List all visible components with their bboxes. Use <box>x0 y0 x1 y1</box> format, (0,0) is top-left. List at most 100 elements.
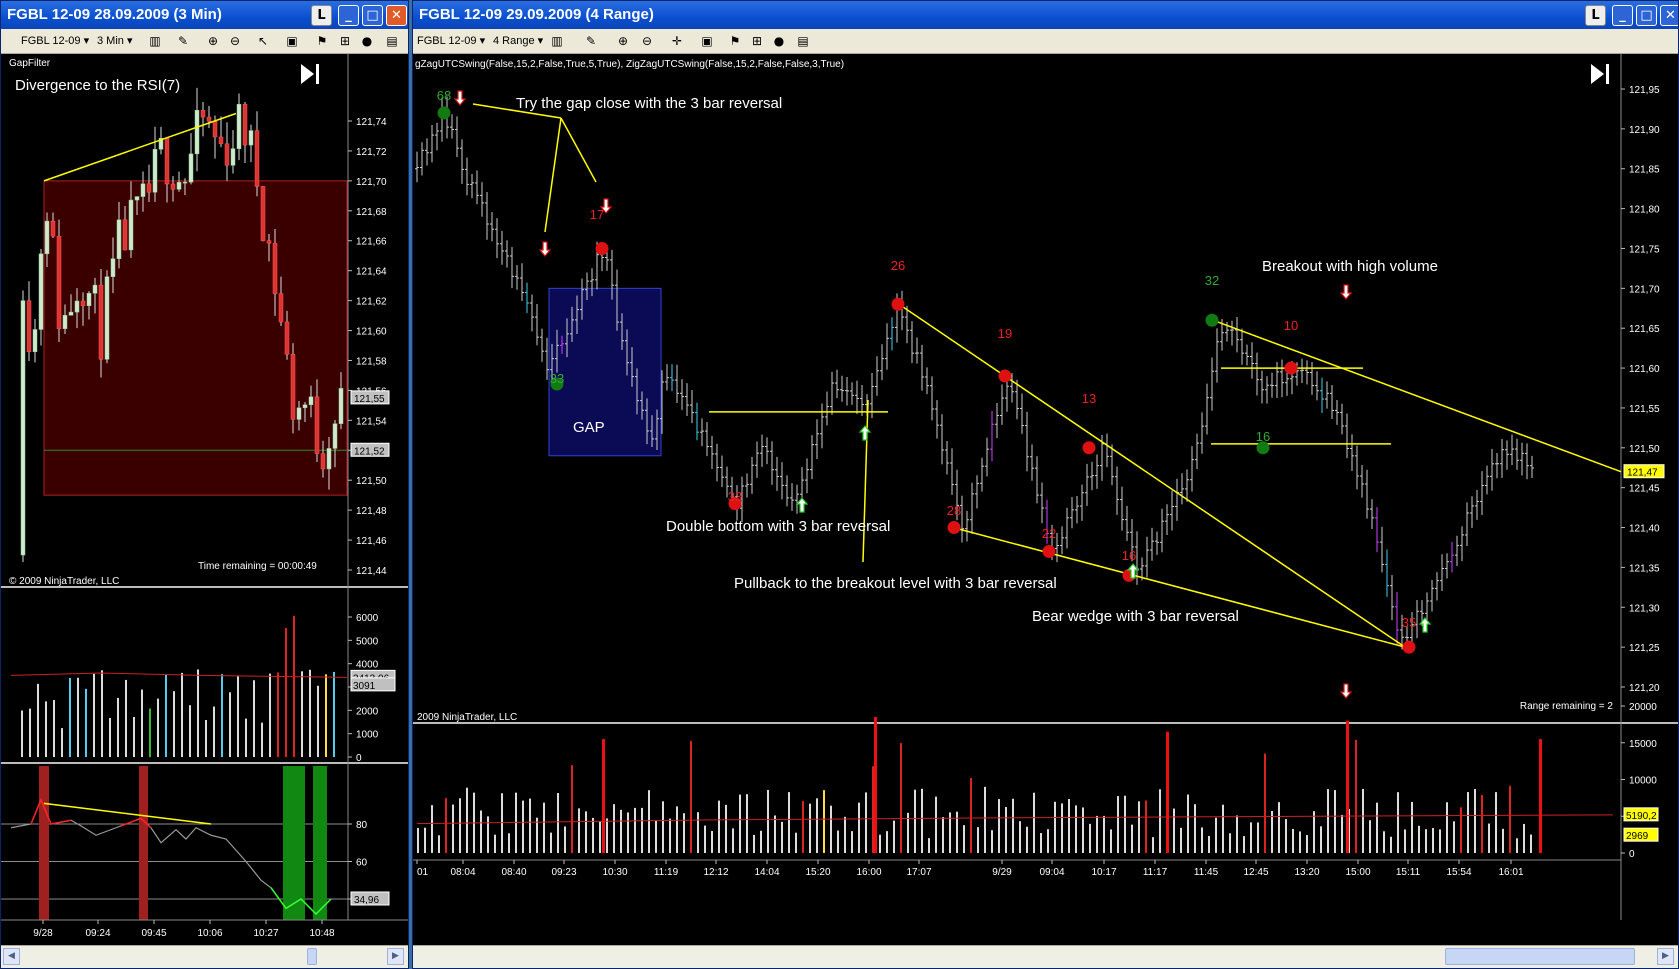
volume-spike-bar <box>874 717 877 853</box>
zoom-out-icon[interactable]: ⊖ <box>639 33 655 49</box>
volume-bar <box>816 798 818 853</box>
scroll-thumb[interactable] <box>307 948 317 965</box>
indicator-label: GapFilter <box>9 58 51 69</box>
volume-bar <box>991 830 993 853</box>
divergence-annotation: Divergence to the RSI(7) <box>15 77 180 94</box>
scroll-left-arrow[interactable]: ◀ <box>3 948 20 965</box>
volume-bar <box>424 827 426 853</box>
left-chart-area[interactable]: GapFilter Divergence to the RSI(7) © 2009 … <box>1 54 408 947</box>
indicator-icon[interactable]: ⊞ <box>749 33 765 49</box>
volume-bar <box>1082 807 1084 853</box>
time-tick-label: 11:45 <box>1194 867 1219 878</box>
candle-body <box>254 130 260 187</box>
volume-bar <box>669 818 671 853</box>
candle-body <box>230 148 236 166</box>
instrument-selector[interactable]: FGBL 12-09 ▾ <box>21 29 89 53</box>
candle-body <box>284 321 290 355</box>
volume-bar <box>269 673 271 757</box>
volume-bar <box>606 818 608 853</box>
volume-bar <box>445 798 447 853</box>
maximize-button[interactable]: □ <box>362 5 383 26</box>
candle-body <box>176 182 182 190</box>
volume-bar <box>1075 805 1077 853</box>
period-selector[interactable]: 4 Range ▾ <box>493 29 543 53</box>
draw-tool-icon[interactable]: ✎ <box>175 33 191 49</box>
strategy-icon[interactable]: ⚑ <box>314 33 330 49</box>
data-box-icon[interactable]: ● <box>359 33 375 49</box>
candle-body <box>20 300 26 556</box>
rsi-marker-label: 34,96 <box>354 895 379 906</box>
crosshair-icon[interactable]: ✛ <box>669 33 685 49</box>
time-remaining-label: Time remaining = 00:00:49 <box>198 561 317 572</box>
right-scrollbar[interactable]: ▶ <box>413 945 1678 968</box>
time-tick-label: 10:06 <box>197 928 222 939</box>
price-tick-label: 121,46 <box>356 536 387 547</box>
volume-bar <box>851 831 853 853</box>
draw-tool-icon[interactable]: ✎ <box>583 33 599 49</box>
volume-bar <box>494 834 496 853</box>
volume-tick-label: 5000 <box>356 636 379 647</box>
volume-bar <box>1208 836 1210 853</box>
zoom-out-icon[interactable]: ⊖ <box>227 33 243 49</box>
volume-bar <box>788 792 790 853</box>
bar-type-icon[interactable]: ▥ <box>147 33 163 49</box>
close-button[interactable]: ✕ <box>1660 5 1678 26</box>
time-tick-label: 10:30 <box>602 867 627 878</box>
volume-bar <box>261 722 263 757</box>
volume-bar <box>301 671 303 757</box>
right-chart-window: FGBL 12-09 29.09.2009 (4 Range) L _ □ ✕ … <box>412 0 1679 969</box>
volume-bar <box>522 800 524 853</box>
properties-icon[interactable]: ▣ <box>699 33 715 49</box>
rsi-overbought-zone <box>139 766 148 920</box>
volume-bar <box>1474 788 1476 853</box>
swing-point-label: 17 <box>590 207 604 222</box>
grid-icon[interactable]: ▤ <box>384 33 400 49</box>
instrument-selector[interactable]: FGBL 12-09 ▾ <box>417 29 485 53</box>
strategy-icon[interactable]: ⚑ <box>727 33 743 49</box>
candle-body <box>278 293 284 323</box>
candle-body <box>128 199 134 251</box>
annotation-pullback: Pullback to the breakout level with 3 ba… <box>734 575 1057 592</box>
properties-icon[interactable]: ▣ <box>284 33 300 49</box>
volume-bar <box>325 674 327 757</box>
gap-zone <box>43 180 348 496</box>
price-tick-label: 121,68 <box>356 207 387 218</box>
close-button[interactable]: ✕ <box>386 5 407 26</box>
candle-body <box>308 396 314 406</box>
swing-point-label: 13 <box>1082 391 1096 406</box>
price-tick-label: 121,75 <box>1629 244 1660 255</box>
minimize-button[interactable]: _ <box>338 5 359 26</box>
volume-tick-label: 15000 <box>1629 739 1657 750</box>
left-scrollbar[interactable]: ◀ ▶ <box>1 945 408 968</box>
volume-bar <box>1306 835 1308 853</box>
candle-body <box>260 186 266 241</box>
volume-bar <box>1355 739 1357 853</box>
right-chart-area[interactable]: gZagUTCSwing(False,15,2,False,True,5,Tru… <box>413 54 1678 947</box>
price-tick-label: 121,80 <box>1629 205 1660 216</box>
maximize-button[interactable]: □ <box>1636 5 1657 26</box>
scroll-right-arrow[interactable]: ▶ <box>1657 948 1674 965</box>
grid-icon[interactable]: ▤ <box>795 33 811 49</box>
volume-spike-bar <box>1539 739 1542 853</box>
data-box-icon[interactable]: ● <box>771 33 787 49</box>
cursor-icon[interactable]: ↖ <box>255 33 271 49</box>
bar-type-icon[interactable]: ▥ <box>549 33 565 49</box>
volume-bar <box>1124 795 1126 853</box>
link-button[interactable]: L <box>311 5 332 26</box>
zoom-in-icon[interactable]: ⊕ <box>615 33 631 49</box>
volume-spike-bar <box>602 739 605 853</box>
time-tick-label: 12:12 <box>703 867 728 878</box>
volume-bar <box>746 794 748 853</box>
swing-point-label: 16 <box>1256 429 1270 444</box>
scroll-thumb[interactable] <box>1445 948 1635 965</box>
left-title-bar[interactable]: FGBL 12-09 28.09.2009 (3 Min) L _ □ ✕ <box>1 1 408 29</box>
right-title-bar[interactable]: FGBL 12-09 29.09.2009 (4 Range) L _ □ ✕ <box>413 1 1678 29</box>
zoom-in-icon[interactable]: ⊕ <box>205 33 221 49</box>
indicator-icon[interactable]: ⊞ <box>337 33 353 49</box>
period-selector[interactable]: 3 Min ▾ <box>97 29 132 53</box>
volume-bar <box>1460 807 1462 853</box>
scroll-right-arrow[interactable]: ▶ <box>387 948 404 965</box>
link-button[interactable]: L <box>1585 5 1606 26</box>
minimize-button[interactable]: _ <box>1612 5 1633 26</box>
volume-bar <box>431 805 433 853</box>
